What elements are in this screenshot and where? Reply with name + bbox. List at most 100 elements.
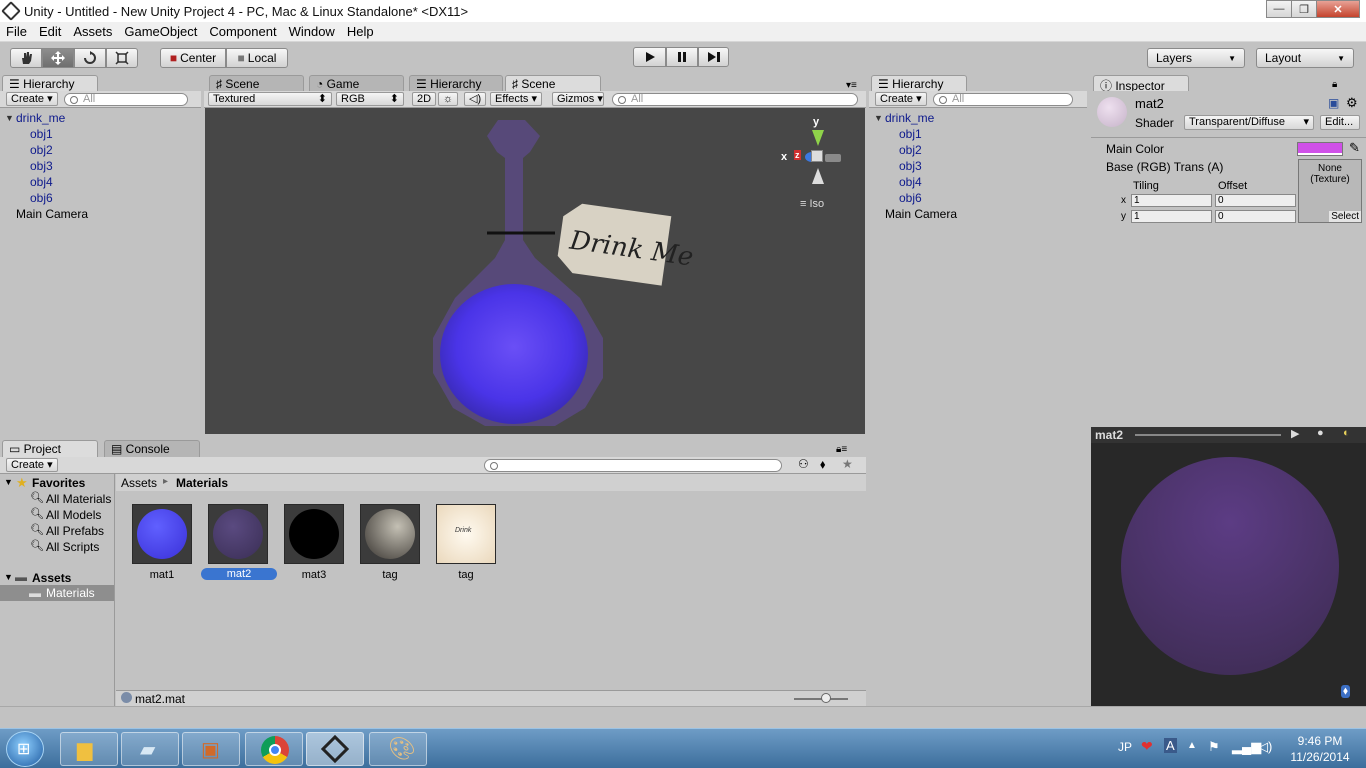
hierarchy-create-button[interactable]: Create ▾ bbox=[6, 92, 58, 106]
show-hidden-icons-arrow[interactable]: ▲ bbox=[1187, 740, 1197, 751]
volume-icon[interactable]: ◁) bbox=[1258, 739, 1272, 755]
play-button[interactable] bbox=[633, 47, 666, 67]
tree-item[interactable]: obj4 bbox=[899, 175, 922, 189]
favorite-star-icon[interactable]: ★ bbox=[842, 457, 853, 471]
expand-arrow-icon[interactable]: ▼ bbox=[4, 572, 13, 582]
preview-resize-handle[interactable] bbox=[1135, 434, 1281, 436]
menu-file[interactable]: File bbox=[0, 24, 33, 39]
filter-type-icon[interactable]: ⚇ bbox=[798, 457, 809, 471]
favorite-item[interactable]: All Scripts bbox=[46, 540, 99, 554]
menu-assets[interactable]: Assets bbox=[67, 24, 118, 39]
effects-dropdown[interactable]: Effects ▾ bbox=[490, 92, 542, 106]
lock-icon[interactable]: 🔒︎ bbox=[1332, 79, 1337, 90]
audio-toggle[interactable]: ◁) bbox=[464, 92, 487, 106]
pause-button[interactable] bbox=[666, 47, 698, 67]
tree-item[interactable]: obj2 bbox=[30, 143, 53, 157]
menu-edit[interactable]: Edit bbox=[33, 24, 67, 39]
material-preview[interactable]: ⬧ bbox=[1091, 443, 1366, 706]
hierarchy-right-create-button[interactable]: Create ▾ bbox=[875, 92, 927, 106]
tree-item[interactable]: obj4 bbox=[30, 175, 53, 189]
menu-component[interactable]: Component bbox=[203, 24, 282, 39]
tab-scene[interactable]: ♯ Scene bbox=[209, 75, 304, 92]
tab-hierarchy-left[interactable]: ☰ Hierarchy bbox=[2, 75, 98, 92]
asset-thumb-mat3[interactable] bbox=[284, 504, 344, 564]
expand-arrow-icon[interactable]: ▼ bbox=[874, 113, 883, 123]
move-tool-button[interactable] bbox=[42, 48, 74, 68]
project-create-button[interactable]: Create ▾ bbox=[6, 458, 58, 472]
minimize-button[interactable]: — bbox=[1266, 0, 1292, 18]
tree-item[interactable]: obj1 bbox=[899, 127, 922, 141]
taskbar-chrome[interactable] bbox=[245, 732, 303, 766]
scene-viewport[interactable]: Drink Me y x z ≡ Iso bbox=[205, 108, 865, 434]
asset-thumb-tag-texture[interactable]: Drink bbox=[436, 504, 496, 564]
action-center-icon[interactable]: ⚑ bbox=[1208, 739, 1220, 755]
layers-dropdown[interactable]: Layers ▼ bbox=[1147, 48, 1245, 68]
tree-item[interactable]: obj6 bbox=[30, 191, 53, 205]
asset-label[interactable]: mat3 bbox=[276, 569, 352, 581]
tree-item[interactable]: obj2 bbox=[899, 143, 922, 157]
tree-item[interactable]: obj3 bbox=[30, 159, 53, 173]
shading-mode-dropdown[interactable]: Textured ⬍ bbox=[208, 92, 332, 106]
eyedropper-icon[interactable]: ✎ bbox=[1349, 140, 1360, 156]
asset-thumb-mat2[interactable] bbox=[208, 504, 268, 564]
layout-dropdown[interactable]: Layout ▼ bbox=[1256, 48, 1354, 68]
slider-thumb[interactable] bbox=[821, 693, 831, 703]
tree-item[interactable]: Main Camera bbox=[885, 207, 957, 221]
panel-menu-icon[interactable]: ▾≡ bbox=[846, 80, 857, 91]
tree-item[interactable]: drink_me bbox=[885, 111, 934, 125]
menu-gameobject[interactable]: GameObject bbox=[118, 24, 203, 39]
network-icon[interactable]: ▂▄▆ bbox=[1232, 739, 1261, 755]
breadcrumb-root[interactable]: Assets bbox=[121, 476, 157, 490]
asset-label[interactable]: mat1 bbox=[124, 569, 200, 581]
tree-item[interactable]: Main Camera bbox=[16, 207, 88, 221]
input-language-indicator[interactable]: JP bbox=[1118, 740, 1132, 754]
taskbar-paint[interactable]: 🎨︎ bbox=[369, 732, 427, 766]
tab-project[interactable]: ▭ Project bbox=[2, 440, 98, 457]
taskbar-notepad[interactable]: ▰ bbox=[121, 732, 179, 766]
favorites-label[interactable]: Favorites bbox=[32, 476, 85, 490]
ime-mode-icon[interactable]: A bbox=[1164, 738, 1177, 753]
offset-y-field[interactable]: 0 bbox=[1215, 210, 1296, 223]
asset-label[interactable]: tag bbox=[352, 569, 428, 581]
gear-icon[interactable]: ⚙ bbox=[1346, 95, 1358, 111]
tiling-y-field[interactable]: 1 bbox=[1131, 210, 1212, 223]
preview-play-icon[interactable]: ▶ bbox=[1291, 427, 1299, 440]
shader-edit-button[interactable]: Edit... bbox=[1320, 115, 1360, 130]
orientation-gizmo[interactable]: y x z bbox=[779, 116, 849, 196]
menu-window[interactable]: Window bbox=[283, 24, 341, 39]
lock-icon[interactable]: 🔒︎≡ bbox=[836, 444, 847, 455]
step-button[interactable] bbox=[698, 47, 729, 67]
rotate-tool-button[interactable] bbox=[74, 48, 106, 68]
asset-label-selected[interactable]: mat2 bbox=[201, 568, 277, 580]
close-button[interactable]: ✕ bbox=[1316, 0, 1360, 18]
lighting-toggle[interactable]: ☼ bbox=[438, 92, 459, 106]
assets-folder[interactable]: Assets bbox=[32, 571, 71, 585]
breadcrumb-leaf[interactable]: Materials bbox=[176, 476, 228, 490]
asset-thumb-tag-material[interactable] bbox=[360, 504, 420, 564]
2d-toggle[interactable]: 2D bbox=[412, 92, 437, 106]
menu-help[interactable]: Help bbox=[341, 24, 380, 39]
hand-tool-button[interactable] bbox=[10, 48, 42, 68]
maximize-button[interactable]: ❐ bbox=[1291, 0, 1317, 18]
tab-inspector[interactable]: ⓘ Inspector bbox=[1093, 75, 1189, 93]
tab-game[interactable]: ◔ Game bbox=[309, 75, 404, 92]
taskbar-briefcase[interactable]: ▣ bbox=[182, 732, 240, 766]
expand-arrow-icon[interactable]: ▼ bbox=[5, 113, 14, 123]
asset-label[interactable]: tag bbox=[428, 569, 504, 581]
favorite-item[interactable]: All Prefabs bbox=[46, 524, 104, 538]
texture-slot[interactable]: None (Texture) Select bbox=[1298, 159, 1362, 223]
scale-tool-button[interactable] bbox=[106, 48, 138, 68]
shader-dropdown[interactable]: Transparent/Diffuse ▾ bbox=[1184, 115, 1314, 130]
materials-folder-selected[interactable]: ▬ Materials bbox=[0, 585, 114, 601]
project-search-input[interactable] bbox=[484, 459, 782, 472]
filter-label-icon[interactable]: ⬧ bbox=[820, 457, 825, 472]
tree-item[interactable]: obj3 bbox=[899, 159, 922, 173]
tab-console[interactable]: ▤ Console bbox=[104, 440, 200, 457]
pivot-center-button[interactable]: ■ Center bbox=[160, 48, 226, 68]
tree-item[interactable]: obj6 bbox=[899, 191, 922, 205]
favorite-item[interactable]: All Materials bbox=[46, 492, 111, 506]
taskbar-explorer[interactable]: ▆ bbox=[60, 732, 118, 766]
hierarchy-right-search-input[interactable]: All bbox=[933, 93, 1073, 106]
taskbar-unity[interactable] bbox=[306, 732, 364, 766]
rgb-dropdown[interactable]: RGB ⬍ bbox=[336, 92, 404, 106]
